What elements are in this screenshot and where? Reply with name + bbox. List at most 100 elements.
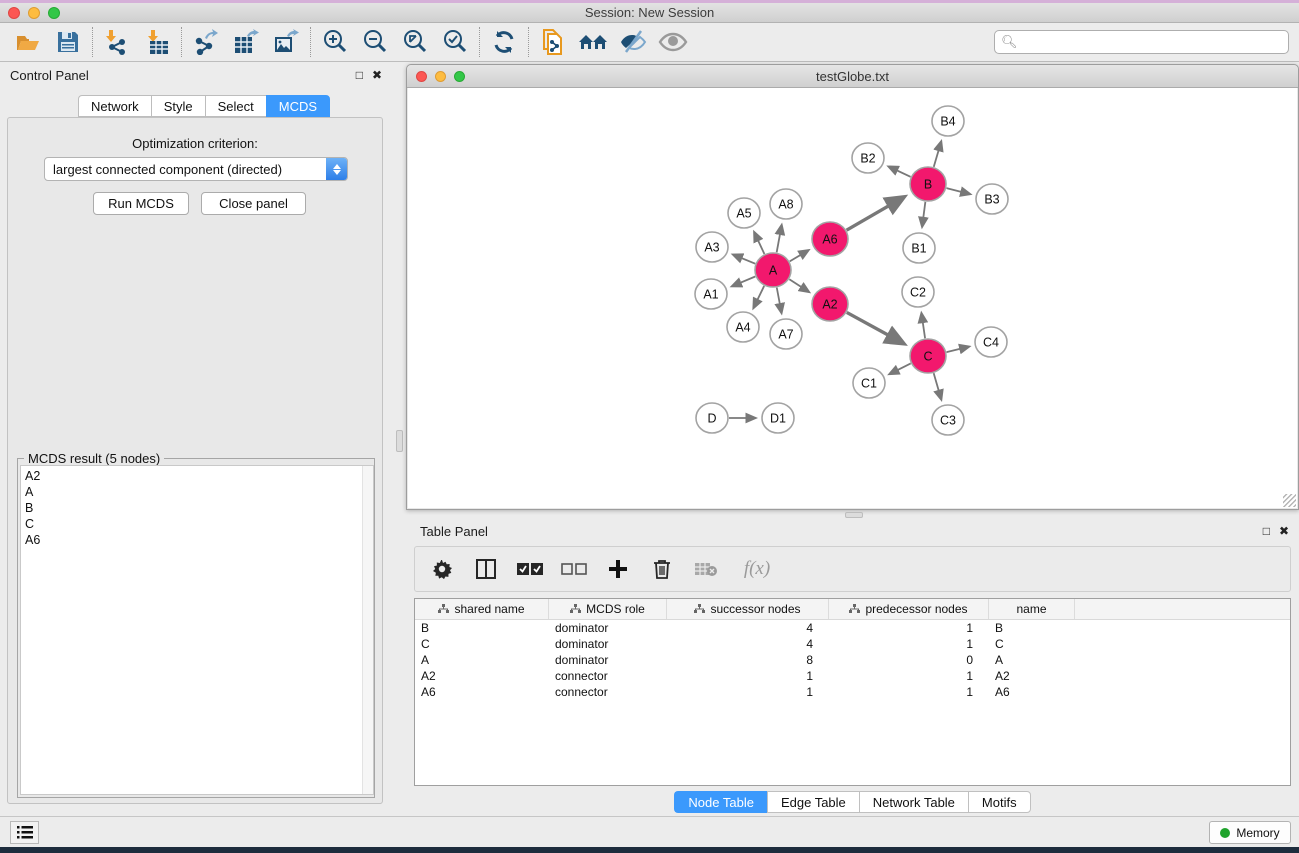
- delete-column-button[interactable]: [647, 554, 677, 584]
- eye-icon: [658, 29, 688, 55]
- tab-node-table[interactable]: Node Table: [674, 791, 767, 813]
- minimize-network-button[interactable]: [435, 71, 446, 82]
- close-panel-button[interactable]: Close panel: [201, 192, 306, 215]
- open-session-button[interactable]: [8, 26, 48, 58]
- tab-motifs[interactable]: Motifs: [968, 791, 1031, 813]
- list-item[interactable]: A6: [25, 532, 373, 548]
- list-item[interactable]: A: [25, 484, 373, 500]
- list-scrollbar[interactable]: [362, 466, 373, 794]
- duplicate-network-button[interactable]: [533, 26, 573, 58]
- column-header-name[interactable]: name: [989, 599, 1075, 619]
- zoom-fit-button[interactable]: [395, 26, 435, 58]
- show-all-button[interactable]: [653, 26, 693, 58]
- zoom-selected-button[interactable]: [435, 26, 475, 58]
- resize-grip[interactable]: [1283, 494, 1296, 507]
- tab-edge-table[interactable]: Edge Table: [767, 791, 859, 813]
- graph-edge[interactable]: [789, 279, 809, 292]
- network-window-titlebar[interactable]: testGlobe.txt: [407, 65, 1298, 88]
- export-image-button[interactable]: [266, 26, 306, 58]
- tab-style[interactable]: Style: [151, 95, 205, 117]
- graph-edge[interactable]: [790, 250, 809, 261]
- graph-edge[interactable]: [847, 312, 904, 343]
- network-window-controls: [416, 71, 465, 82]
- list-item[interactable]: A2: [25, 468, 373, 484]
- export-table-button[interactable]: [226, 26, 266, 58]
- table-row[interactable]: C dominator 4 1 C: [415, 636, 1290, 652]
- float-panel-icon[interactable]: □: [356, 68, 363, 82]
- search-input[interactable]: [1022, 32, 1288, 52]
- table-row[interactable]: A dominator 8 0 A: [415, 652, 1290, 668]
- column-header-successor-nodes[interactable]: successor nodes: [667, 599, 829, 619]
- table-row[interactable]: A2 connector 1 1 A2: [415, 668, 1290, 684]
- graph-edge[interactable]: [754, 232, 764, 254]
- table-row[interactable]: A6 connector 1 1 A6: [415, 684, 1290, 700]
- float-panel-icon[interactable]: □: [1263, 524, 1270, 538]
- table-row[interactable]: B dominator 4 1 B: [415, 620, 1290, 636]
- optimization-criterion-label: Optimization criterion:: [8, 136, 382, 151]
- graph-edge[interactable]: [934, 142, 941, 167]
- export-network-button[interactable]: [186, 26, 226, 58]
- toolbar-separator: [310, 27, 311, 57]
- run-mcds-button[interactable]: Run MCDS: [93, 192, 189, 215]
- zoom-window-button[interactable]: [48, 7, 60, 19]
- graph-edge[interactable]: [946, 188, 969, 194]
- select-all-button[interactable]: [515, 554, 545, 584]
- search-box: 🔍︎: [994, 30, 1289, 54]
- zoom-network-button[interactable]: [454, 71, 465, 82]
- create-column-button[interactable]: [603, 554, 633, 584]
- zoom-out-icon: [361, 28, 389, 56]
- column-header-predecessor-nodes[interactable]: predecessor nodes: [829, 599, 989, 619]
- graph-edge[interactable]: [947, 347, 969, 352]
- graph-edge[interactable]: [777, 288, 782, 313]
- graph-edge[interactable]: [890, 363, 911, 374]
- delete-table-button[interactable]: [691, 554, 721, 584]
- graph-edge[interactable]: [921, 313, 925, 338]
- export-table-icon: [233, 29, 259, 55]
- graph-edge[interactable]: [922, 202, 925, 227]
- save-session-button[interactable]: [48, 26, 88, 58]
- divider-grip[interactable]: [396, 430, 403, 452]
- network-canvas[interactable]: AA1A2A3A4A5A6A7A8BB1B2B3B4CC1C2C3C4DD1: [408, 88, 1297, 508]
- column-header-shared-name[interactable]: shared name: [415, 599, 549, 619]
- graph-edge[interactable]: [847, 197, 904, 230]
- show-task-history-button[interactable]: [10, 821, 39, 844]
- close-panel-icon[interactable]: ✖: [372, 68, 382, 82]
- zoom-out-button[interactable]: [355, 26, 395, 58]
- hide-selected-button[interactable]: [613, 26, 653, 58]
- cell-name: A2: [989, 669, 1075, 683]
- graph-edge[interactable]: [777, 225, 782, 252]
- graph-edge[interactable]: [732, 276, 755, 286]
- control-panel-titlebar: Control Panel □ ✖: [0, 62, 392, 88]
- minimize-window-button[interactable]: [28, 7, 40, 19]
- function-builder-button[interactable]: f(x): [735, 554, 779, 584]
- table-settings-button[interactable]: [427, 554, 457, 584]
- graph-edge[interactable]: [934, 373, 942, 399]
- status-bar: Memory: [0, 816, 1299, 847]
- home-button[interactable]: [573, 26, 613, 58]
- tab-network[interactable]: Network: [78, 95, 151, 117]
- list-item[interactable]: C: [25, 516, 373, 532]
- close-network-button[interactable]: [416, 71, 427, 82]
- zoom-in-button[interactable]: [315, 26, 355, 58]
- memory-button[interactable]: Memory: [1209, 821, 1291, 844]
- column-type-icon: [849, 604, 860, 614]
- close-panel-icon[interactable]: ✖: [1279, 524, 1289, 538]
- graph-edge[interactable]: [889, 167, 911, 177]
- list-item[interactable]: B: [25, 500, 373, 516]
- criterion-dropdown[interactable]: largest connected component (directed): [44, 157, 348, 181]
- import-network-button[interactable]: [97, 26, 137, 58]
- show-column-button[interactable]: [471, 554, 501, 584]
- deselect-all-button[interactable]: [559, 554, 589, 584]
- refresh-button[interactable]: [484, 26, 524, 58]
- close-window-button[interactable]: [8, 7, 20, 19]
- graph-edge[interactable]: [754, 286, 765, 308]
- graph-edge[interactable]: [733, 255, 755, 264]
- tab-network-table[interactable]: Network Table: [859, 791, 968, 813]
- vertical-split-divider[interactable]: [393, 62, 406, 815]
- column-header-mcds-role[interactable]: MCDS role: [549, 599, 667, 619]
- tab-mcds[interactable]: MCDS: [266, 95, 330, 117]
- import-table-button[interactable]: [137, 26, 177, 58]
- node-table[interactable]: shared name MCDS role successor nodes pr…: [414, 598, 1291, 786]
- tab-select[interactable]: Select: [205, 95, 266, 117]
- mcds-result-list[interactable]: A2 A B C A6: [20, 465, 374, 795]
